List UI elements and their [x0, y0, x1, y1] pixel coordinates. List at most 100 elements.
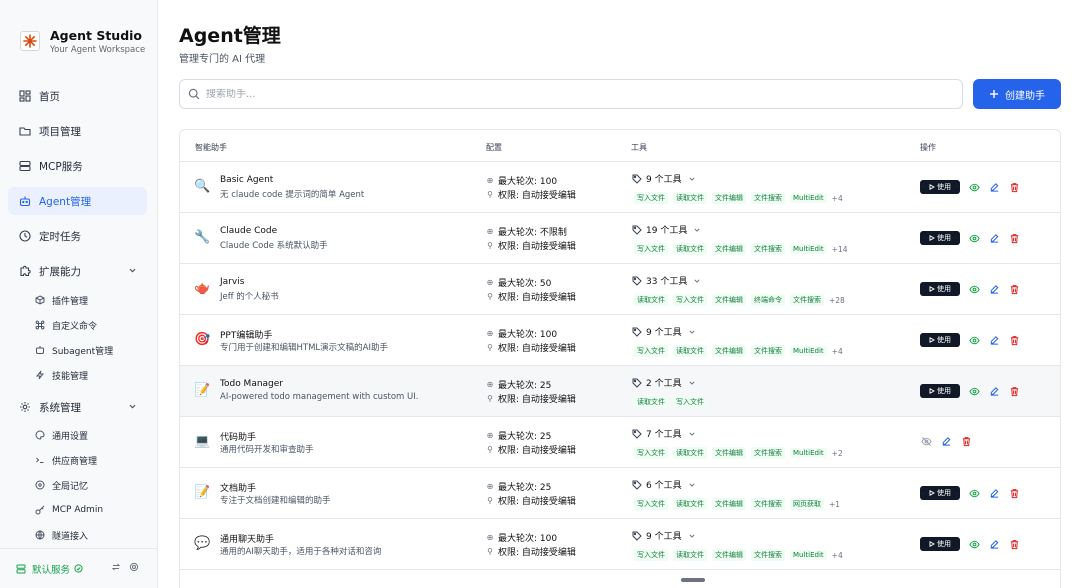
- more-tools-count[interactable]: +4: [832, 551, 843, 560]
- table-row[interactable]: 📝 文档助手 专注于文档创建和编辑的助手 ⊕ 最大轮次: 25 ⚲ 权限: 自动接受…: [180, 468, 1060, 519]
- eye-icon[interactable]: [968, 181, 980, 193]
- sidebar-subitem-general[interactable]: 通用设置: [8, 423, 147, 447]
- agent-avatar-icon: 🎯: [194, 332, 211, 347]
- tool-tag: 文件编辑: [712, 498, 746, 510]
- table-row[interactable]: 💬 通用聊天助手 通用的AI聊天助手，适用于各种对话和咨询 ⊕ 最大轮次: 100…: [180, 519, 1060, 570]
- tools-count[interactable]: 9 个工具: [632, 529, 696, 542]
- config-permission: ⚲ 权限: 自动接受编辑: [486, 341, 576, 354]
- more-tools-count[interactable]: +4: [832, 194, 843, 203]
- eye-icon[interactable]: [968, 334, 980, 346]
- permission-text: 权限: 自动接受编辑: [498, 191, 576, 201]
- use-button[interactable]: 使用: [920, 282, 960, 296]
- table-row[interactable]: 🔍 Basic Agent 无 claude code 提示词的简单 Agent…: [180, 162, 1060, 213]
- sidebar-item-agents[interactable]: Agent管理: [8, 187, 147, 215]
- edit-icon[interactable]: [988, 181, 1000, 193]
- gear-icon: [18, 401, 31, 414]
- tool-tag: 写入文件: [634, 345, 668, 357]
- sidebar-item-label: MCP服务: [39, 160, 83, 173]
- trash-icon[interactable]: [1008, 538, 1020, 550]
- edit-icon[interactable]: [988, 385, 1000, 397]
- eye-icon[interactable]: [968, 232, 980, 244]
- edit-icon[interactable]: [988, 538, 1000, 550]
- more-tools-count[interactable]: +1: [829, 500, 840, 509]
- use-button[interactable]: 使用: [920, 180, 960, 194]
- tools-count[interactable]: 9 个工具: [632, 325, 696, 338]
- sidebar-item-extensions[interactable]: 扩展能力: [8, 257, 147, 285]
- trash-icon[interactable]: [1008, 283, 1020, 295]
- use-button[interactable]: 使用: [920, 231, 960, 245]
- use-button[interactable]: 使用: [920, 384, 960, 398]
- edit-icon[interactable]: [988, 232, 1000, 244]
- sidebar-subitem-providers[interactable]: 供应商管理: [8, 448, 147, 472]
- tools-count[interactable]: 2 个工具: [632, 376, 696, 389]
- trash-icon[interactable]: [1008, 181, 1020, 193]
- edit-icon[interactable]: [988, 283, 1000, 295]
- switch-icon[interactable]: [111, 562, 121, 575]
- service-status[interactable]: 默认服务: [32, 562, 70, 576]
- sidebar-item-mcp[interactable]: MCP服务: [8, 152, 147, 180]
- use-button-label: 使用: [937, 387, 951, 395]
- tools-count[interactable]: 33 个工具: [632, 274, 701, 287]
- search-box[interactable]: [179, 79, 963, 109]
- more-tools-count[interactable]: +14: [832, 245, 848, 254]
- sidebar-item-scheduled[interactable]: 定时任务: [8, 222, 147, 250]
- tool-tags: 读取文件 写入文件 文件编辑 终端命令 文件搜索 +28: [634, 294, 845, 306]
- trash-icon[interactable]: [1008, 487, 1020, 499]
- table-row[interactable]: 🎯 PPT编辑助手 专门用于创建和编辑HTML演示文稿的AI助手 ⊕ 最大轮次: …: [180, 315, 1060, 366]
- trash-icon[interactable]: [1008, 232, 1020, 244]
- sidebar-item-projects[interactable]: 项目管理: [8, 117, 147, 145]
- search-input[interactable]: [206, 88, 906, 100]
- sidebar-subitem-plugins[interactable]: 插件管理: [8, 288, 147, 312]
- tool-tag: 文件编辑: [712, 549, 746, 561]
- sidebar-subitem-mcp-admin[interactable]: MCP Admin: [8, 498, 147, 522]
- settings-icon[interactable]: [129, 562, 139, 575]
- table-row[interactable]: 🔧 Claude Code Claude Code 系统默认助手 ⊕ 最大轮次: …: [180, 213, 1060, 264]
- eye-icon[interactable]: [968, 283, 980, 295]
- tool-tag: 写入文件: [634, 243, 668, 255]
- eye-icon[interactable]: [968, 487, 980, 499]
- use-button[interactable]: 使用: [920, 537, 960, 551]
- scroll-handle[interactable]: [681, 578, 705, 582]
- sidebar-item-home[interactable]: 首页: [8, 82, 147, 110]
- trash-icon[interactable]: [1008, 385, 1020, 397]
- sidebar-item-system[interactable]: 系统管理: [8, 393, 147, 421]
- sidebar-subitem-tunnel[interactable]: 隧道接入: [8, 523, 147, 547]
- trash-icon[interactable]: [1008, 334, 1020, 346]
- eye-icon[interactable]: [968, 538, 980, 550]
- tools-count[interactable]: 7 个工具: [632, 427, 696, 440]
- server-icon: [18, 160, 31, 173]
- table-row[interactable]: 💻 代码助手 通用代码开发和审查助手 ⊕ 最大轮次: 25 ⚲ 权限: 自动接受编辑…: [180, 417, 1060, 468]
- more-tools-count[interactable]: +2: [832, 449, 843, 458]
- table-row[interactable]: 📝 Todo Manager AI-powered todo managemen…: [180, 366, 1060, 417]
- key-icon: [34, 505, 45, 516]
- sidebar-subitem-skills[interactable]: 技能管理: [8, 363, 147, 387]
- column-header-tools: 工具: [631, 143, 647, 152]
- tools-count[interactable]: 9 个工具: [632, 172, 696, 185]
- permission-text: 权限: 自动接受编辑: [498, 293, 576, 303]
- eye-off-icon[interactable]: [920, 435, 932, 447]
- trash-icon[interactable]: [960, 435, 972, 447]
- sidebar-item-label: Agent管理: [39, 195, 92, 208]
- tools-count[interactable]: 6 个工具: [632, 478, 696, 491]
- use-button-label: 使用: [937, 336, 951, 344]
- eye-icon[interactable]: [968, 385, 980, 397]
- edit-icon[interactable]: [988, 487, 1000, 499]
- tools-count[interactable]: 19 个工具: [632, 223, 701, 236]
- edit-icon[interactable]: [940, 435, 952, 447]
- create-agent-button[interactable]: 创建助手: [973, 79, 1061, 109]
- chevron-down-icon[interactable]: [128, 402, 137, 414]
- sidebar-subitem-commands[interactable]: 自定义命令: [8, 313, 147, 337]
- tag-icon: [632, 225, 642, 235]
- more-tools-count[interactable]: +28: [829, 296, 845, 305]
- play-icon: [929, 388, 935, 394]
- tool-tag: 读取文件: [673, 498, 707, 510]
- sidebar-subitem-subagents[interactable]: Subagent管理: [8, 338, 147, 362]
- table-row[interactable]: 🫖 Jarvis Jeff 的个人秘书 ⊕ 最大轮次: 50 ⚲ 权限: 自动接受编…: [180, 264, 1060, 315]
- chevron-down-icon[interactable]: [128, 266, 137, 278]
- use-button[interactable]: 使用: [920, 486, 960, 500]
- more-tools-count[interactable]: +4: [832, 347, 843, 356]
- edit-icon[interactable]: [988, 334, 1000, 346]
- sidebar-subitem-memory[interactable]: 全局记忆: [8, 473, 147, 497]
- tool-tag: 文件搜索: [751, 549, 785, 561]
- use-button[interactable]: 使用: [920, 333, 960, 347]
